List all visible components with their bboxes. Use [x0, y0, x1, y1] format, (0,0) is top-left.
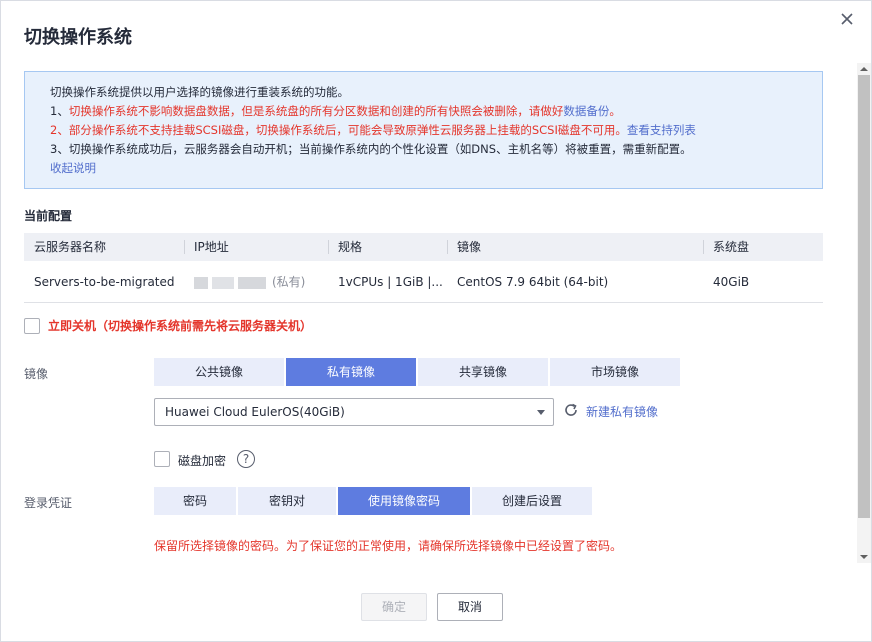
- server-ip: (私有): [184, 261, 328, 302]
- info-line-1-text: 切换操作系统不影响数据盘数据，但是系统盘的所有分区数据和创建的所有快照会被删除，…: [68, 104, 564, 118]
- col-header-disk: 系统盘: [703, 233, 823, 261]
- tab-market-image[interactable]: 市场镜像: [550, 358, 680, 386]
- server-image: CentOS 7.9 64bit (64-bit): [457, 275, 609, 289]
- tab-shared-image[interactable]: 共享镜像: [418, 358, 548, 386]
- shutdown-label: 立即关机（切换操作系统前需先将云服务器关机）: [48, 319, 313, 333]
- info-line-1-suffix: 。: [609, 104, 621, 118]
- server-name: Servers-to-be-migrated: [34, 275, 175, 289]
- switch-os-dialog: 切换操作系统 切换操作系统提供以用户选择的镜像进行重装系统的功能。 1、切换操作…: [0, 0, 872, 642]
- chevron-down-icon: [537, 410, 545, 415]
- help-icon[interactable]: ?: [237, 450, 255, 468]
- data-backup-link[interactable]: 数据备份: [563, 104, 609, 118]
- image-select[interactable]: Huawei Cloud EulerOS(40GiB): [154, 398, 554, 426]
- support-list-link[interactable]: 查看支持列表: [627, 123, 696, 137]
- password-note: 保留所选择镜像的密码。为了保证您的正常使用，请确保所选择镜像中已经设置了密码。: [154, 539, 623, 553]
- refresh-icon[interactable]: [563, 402, 579, 418]
- tab-set-after-creation[interactable]: 创建后设置: [472, 487, 592, 515]
- disk-encryption-checkbox[interactable]: [154, 451, 170, 467]
- ip-redacted: [194, 276, 266, 289]
- info-line-3: 3、切换操作系统成功后，云服务器会自动开机；当前操作系统内的个性化设置（如DNS…: [50, 142, 692, 156]
- close-icon[interactable]: [837, 9, 857, 29]
- new-private-image-link[interactable]: 新建私有镜像: [586, 403, 658, 420]
- ip-type: (私有): [272, 275, 306, 289]
- image-select-value: Huawei Cloud EulerOS(40GiB): [165, 405, 345, 419]
- tab-public-image[interactable]: 公共镜像: [154, 358, 284, 386]
- info-line-1-prefix: 1、: [50, 104, 69, 118]
- col-header-ip: IP地址: [184, 233, 328, 261]
- info-line-1: 1、切换操作系统不影响数据盘数据，但是系统盘的所有分区数据和创建的所有快照会被删…: [50, 101, 822, 120]
- col-header-spec: 规格: [328, 233, 447, 261]
- info-line-intro: 切换操作系统提供以用户选择的镜像进行重装系统的功能。: [50, 85, 349, 99]
- tab-private-image[interactable]: 私有镜像: [286, 358, 416, 386]
- table-row: Servers-to-be-migrated (私有) 1vCPUs | 1Gi…: [24, 261, 823, 303]
- table-header: 云服务器名称 IP地址 规格 镜像 系统盘: [24, 233, 823, 261]
- current-config-label: 当前配置: [24, 209, 73, 223]
- server-spec: 1vCPUs | 1GiB |...: [338, 275, 443, 289]
- info-box: 切换操作系统提供以用户选择的镜像进行重装系统的功能。 1、切换操作系统不影响数据…: [24, 71, 823, 189]
- disk-encryption-label: 磁盘加密: [178, 454, 227, 468]
- col-header-name: 云服务器名称: [34, 240, 107, 254]
- info-line-2: 2、部分操作系统不支持挂载SCSI磁盘，切换操作系统后，可能会导致原弹性云服务器…: [50, 120, 822, 139]
- confirm-button[interactable]: 确定: [361, 593, 427, 621]
- image-label: 镜像: [24, 367, 49, 381]
- col-header-image: 镜像: [447, 233, 703, 261]
- cancel-button[interactable]: 取消: [437, 593, 503, 621]
- tab-use-image-password[interactable]: 使用镜像密码: [338, 487, 470, 515]
- current-config-table: 云服务器名称 IP地址 规格 镜像 系统盘 Servers-to-be-migr…: [24, 233, 823, 303]
- dialog-body: 切换操作系统提供以用户选择的镜像进行重装系统的功能。 1、切换操作系统不影响数据…: [1, 63, 857, 563]
- scrollbar[interactable]: [857, 63, 871, 563]
- scroll-thumb[interactable]: [858, 75, 870, 518]
- server-disk: 40GiB: [713, 275, 750, 289]
- scroll-up-icon[interactable]: [860, 65, 868, 73]
- info-line-2-text: 2、部分操作系统不支持挂载SCSI磁盘，切换操作系统后，可能会导致原弹性云服务器…: [50, 123, 627, 137]
- tab-key-pair[interactable]: 密钥对: [238, 487, 336, 515]
- scroll-down-icon[interactable]: [860, 553, 868, 561]
- dialog-title: 切换操作系统: [24, 27, 132, 48]
- dialog-footer: 确定 取消: [1, 563, 857, 641]
- collapse-link[interactable]: 收起说明: [50, 158, 822, 177]
- shutdown-checkbox[interactable]: [24, 318, 40, 334]
- login-credential-label: 登录凭证: [24, 496, 73, 510]
- login-credential-tabs: 密码 密钥对 使用镜像密码 创建后设置: [154, 487, 594, 515]
- image-type-tabs: 公共镜像 私有镜像 共享镜像 市场镜像: [154, 358, 682, 386]
- tab-password[interactable]: 密码: [154, 487, 236, 515]
